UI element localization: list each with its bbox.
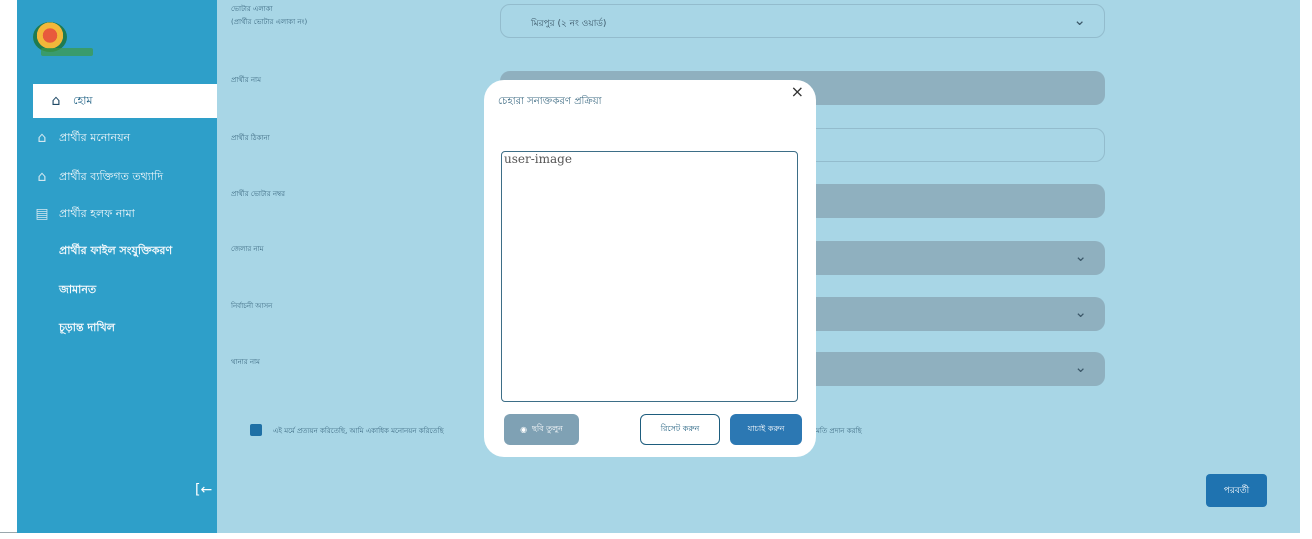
chevron-down-icon: ⌄ <box>1074 303 1087 321</box>
agree-text: এই মর্মে প্রত্যয়ন করিতেছি, আমি একাধিক ম… <box>273 427 444 435</box>
constituency-select[interactable]: মিরপুর (২ নং ওয়ার্ড) ⌄ <box>500 4 1105 38</box>
chevron-down-icon: ⌄ <box>1073 11 1086 29</box>
home-icon: ⌂ <box>51 93 61 109</box>
chevron-down-icon: ⌄ <box>1074 358 1087 376</box>
capture-photo-label: ছবি তুলুন <box>532 424 563 433</box>
sidebar-item-deposit[interactable]: জামানত <box>17 273 207 307</box>
constituency-hint: (প্রার্থীর ভোটার এলাকা নং) <box>231 18 308 26</box>
user-image-placeholder: user-image <box>504 152 572 166</box>
sidebar-item-label: জামানত <box>59 282 97 296</box>
app-window: ⌂ হোম ⌂ প্রার্থীর মনোনয়ন ⌂ প্রার্থীর ব্… <box>0 0 1300 533</box>
sidebar-item-label: প্রার্থীর হলফ নামা <box>59 206 135 220</box>
capture-photo-button[interactable]: ◉ ছবি তুলুন <box>504 414 579 445</box>
voter-no-label: প্রার্থীর ভোটার নম্বর <box>231 190 286 198</box>
sidebar-item-file-attach[interactable]: প্রার্থীর ফাইল সংযুক্তিকরণ <box>17 234 207 268</box>
sidebar-item-label: প্রার্থীর ব্যক্তিগত তথ্যাদি <box>59 169 164 183</box>
sidebar-item-label: চূড়ান্ত দাখিল <box>59 320 115 334</box>
document-icon: ▤ <box>35 206 49 222</box>
address-label: প্রার্থীর ঠিকানা <box>231 134 270 142</box>
face-verification-modal: চেহারা সনাক্তকরণ প্রক্রিয়া × user-image… <box>484 80 816 457</box>
modal-title: চেহারা সনাক্তকরণ প্রক্রিয়া <box>498 96 602 107</box>
agree-text-tail: মতি প্রদান করছি <box>816 427 862 435</box>
next-button[interactable]: পরবর্তী <box>1206 474 1267 507</box>
reset-label: রিসেট করুন <box>660 424 700 433</box>
reset-button[interactable]: রিসেট করুন <box>640 414 720 445</box>
sidebar-item-nomination[interactable]: ⌂ প্রার্থীর মনোনয়ন <box>17 121 207 155</box>
building-icon: ⌂ <box>37 130 47 146</box>
seat-label: নির্বাচনী আসন <box>231 302 273 310</box>
close-icon[interactable]: × <box>791 82 804 101</box>
constituency-label: ভোটার এলাকা <box>231 5 273 13</box>
name-label: প্রার্থীর নাম <box>231 76 261 84</box>
logo-banner <box>41 48 93 56</box>
sidebar-item-final-submit[interactable]: চূড়ান্ত দাখিল <box>17 311 207 345</box>
camera-icon: ◉ <box>520 425 528 434</box>
building-icon: ⌂ <box>37 169 47 185</box>
sidebar-item-label: প্রার্থীর মনোনয়ন <box>59 130 131 144</box>
sidebar-item-home[interactable]: ⌂ হোম <box>33 84 223 118</box>
district-label: জেলার নাম <box>231 245 264 253</box>
verify-label: যাচাই করুন <box>747 424 785 433</box>
collapse-sidebar-icon[interactable]: [← <box>195 482 212 498</box>
sidebar: ⌂ হোম ⌂ প্রার্থীর মনোনয়ন ⌂ প্রার্থীর ব্… <box>17 0 223 533</box>
sidebar-item-personal-info[interactable]: ⌂ প্রার্থীর ব্যক্তিগত তথ্যাদি <box>17 160 207 194</box>
thana-label: থানার নাম <box>231 358 260 366</box>
sidebar-item-label: প্রার্থীর ফাইল সংযুক্তিকরণ <box>59 243 173 257</box>
camera-preview: user-image <box>501 151 798 402</box>
agree-checkbox[interactable] <box>250 424 262 436</box>
chevron-down-icon: ⌄ <box>1074 247 1087 265</box>
sidebar-item-label: হোম <box>73 93 93 107</box>
sidebar-item-affidavit[interactable]: ▤ প্রার্থীর হলফ নামা <box>17 197 207 231</box>
constituency-value: মিরপুর (২ নং ওয়ার্ড) <box>531 19 607 29</box>
verify-button[interactable]: যাচাই করুন <box>730 414 802 445</box>
